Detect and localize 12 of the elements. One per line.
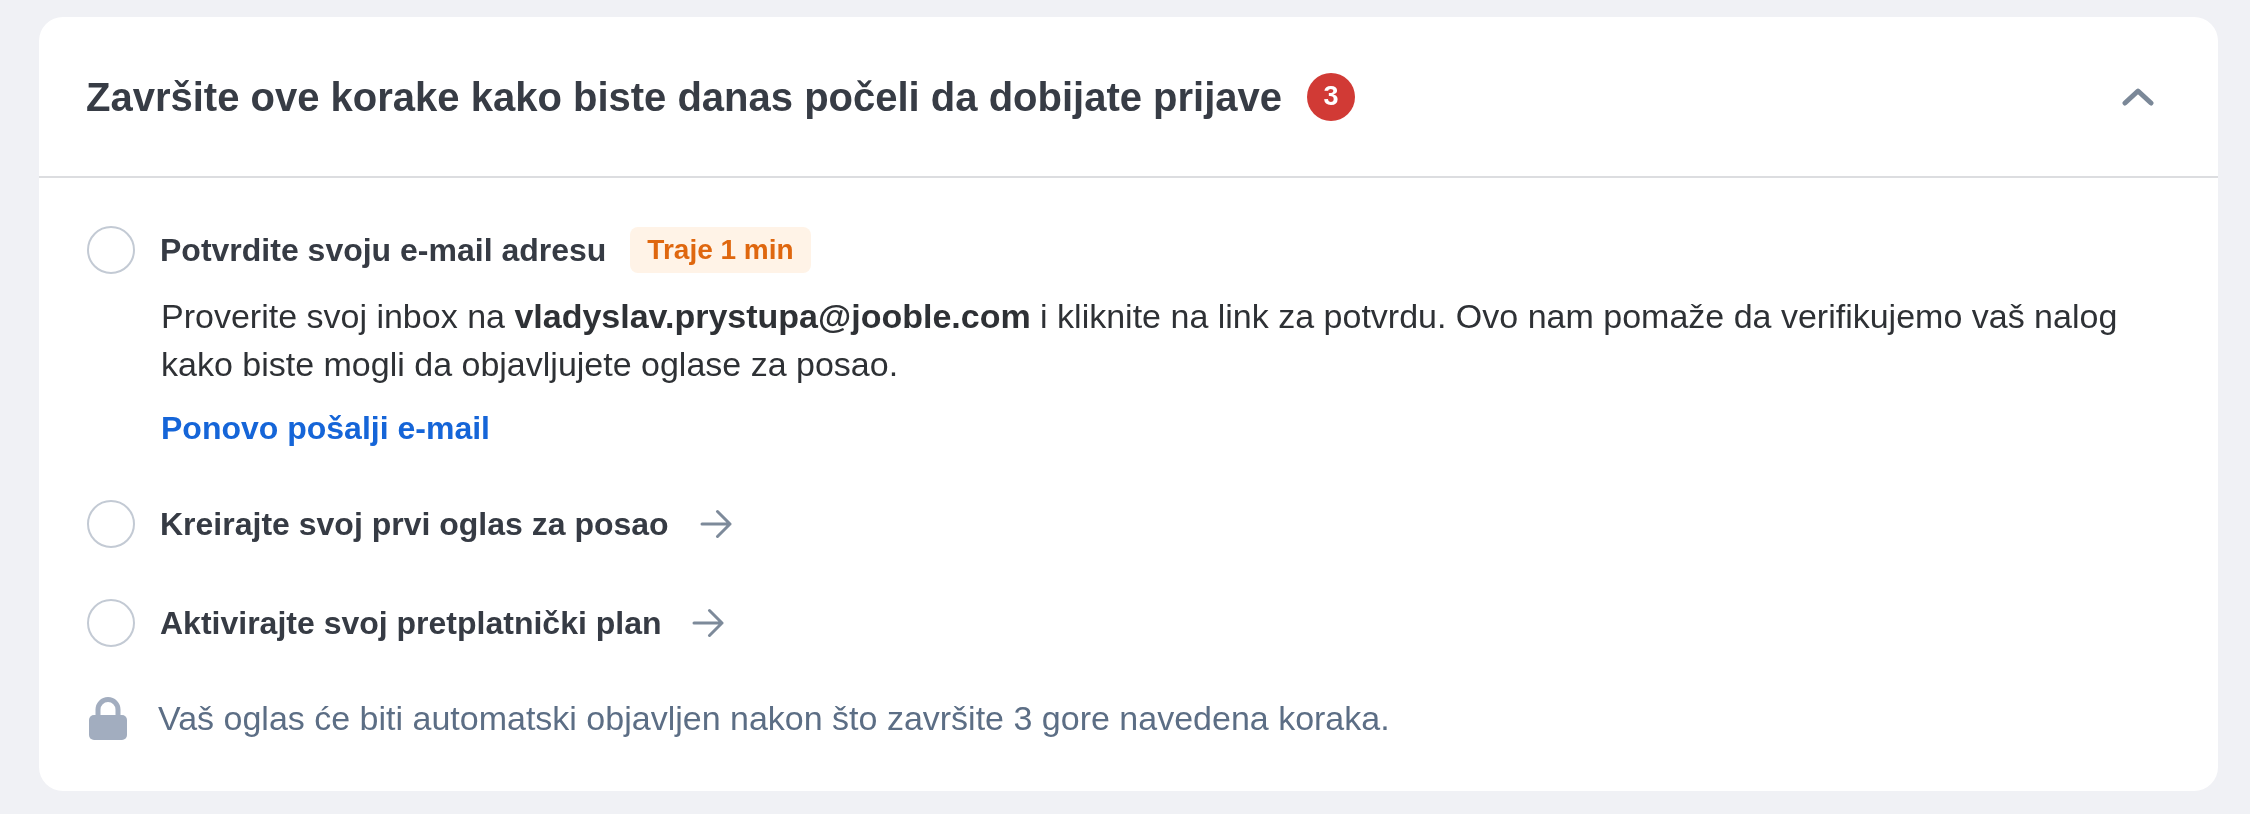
resend-email-link[interactable]: Ponovo pošalji e-mail (161, 404, 490, 452)
step-description: Proverite svoj inbox na vladyslav.prystupa@jooble.com i kliknite na link za potvrdu. Ovo nam pomaže da verifikujemo vaš nalog kako biste mogli da objavljujete oglase za posao. (161, 296, 2119, 385)
arrow-right-icon (692, 608, 725, 638)
lock-icon (89, 696, 127, 740)
step-link[interactable]: Aktivirajte svoj pretplatnički plan (160, 599, 725, 647)
checklist-title: Završite ove korake kako biste danas počeli da dobijate prijave (86, 73, 1283, 121)
step-title: Potvrdite svoju e-mail adresu (160, 231, 607, 270)
arrow-right-icon (699, 509, 732, 539)
duration-tag: Traje 1 min (630, 227, 811, 273)
count-badge: 3 (1307, 72, 1356, 121)
footer-note: Vaš oglas će biti automatski objavljen nakon što završite 3 gore navedena koraka. (158, 697, 1390, 739)
step-link[interactable]: Kreirajte svoj prvi oglas za posao (160, 500, 732, 548)
